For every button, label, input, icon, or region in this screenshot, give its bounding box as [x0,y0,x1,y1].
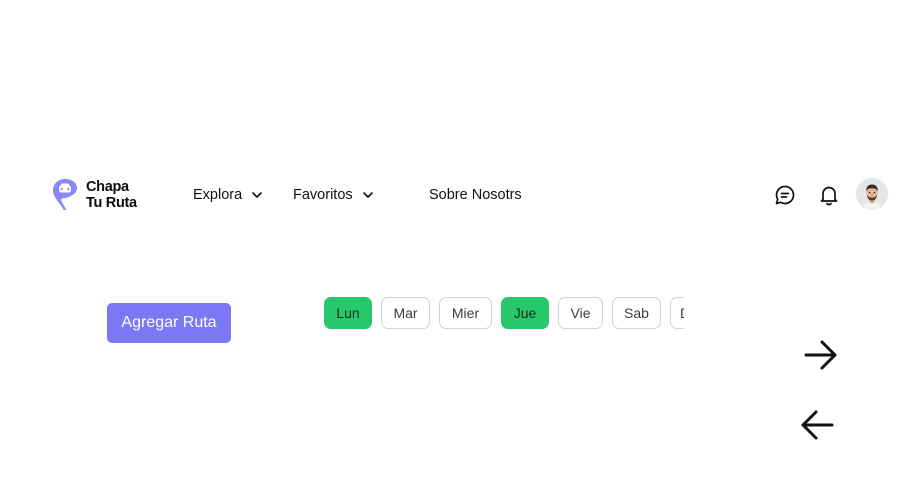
brand-name: Chapa Tu Ruta [86,179,137,211]
chevron-down-icon [362,192,373,198]
chat-bubble-icon[interactable] [773,183,797,207]
page: Chapa Tu Ruta Explora Favoritos Sobre No… [0,0,905,487]
day-selector: Lun Mar Mier Jue Vie Sab Dom [324,297,684,329]
nav-item-sobre-nosotros[interactable]: Sobre Nosotrs [429,187,522,203]
nav-item-explora[interactable]: Explora [193,187,264,203]
day-chip[interactable]: Lun [324,297,372,329]
bell-icon[interactable] [817,183,841,207]
day-chip[interactable]: Mar [381,297,430,329]
brand-logo[interactable]: Chapa Tu Ruta [52,178,137,211]
user-avatar[interactable] [856,178,888,210]
nav-item-label: Sobre Nosotrs [429,187,522,203]
nav-item-label: Explora [193,187,243,203]
chevron-down-icon [252,192,262,198]
day-chip[interactable]: Dom [670,297,684,329]
day-chip[interactable]: Mier [439,297,492,329]
add-route-button[interactable]: Agregar Ruta [107,303,231,343]
brand-line-1: Chapa [86,178,129,195]
brand-line-2: Tu Ruta [86,194,137,211]
arrow-right-icon[interactable] [803,337,839,373]
day-chip[interactable]: Jue [501,297,549,329]
day-chip-row: Lun Mar Mier Jue Vie Sab Dom [324,297,684,329]
nav-item-favoritos[interactable]: Favoritos [293,187,375,203]
day-chip[interactable]: Sab [612,297,661,329]
map-pin-car-icon [53,179,77,210]
nav-item-label: Favoritos [293,187,353,203]
day-chip[interactable]: Vie [558,297,603,329]
avatar-image [856,178,888,210]
arrow-left-icon[interactable] [799,407,835,443]
